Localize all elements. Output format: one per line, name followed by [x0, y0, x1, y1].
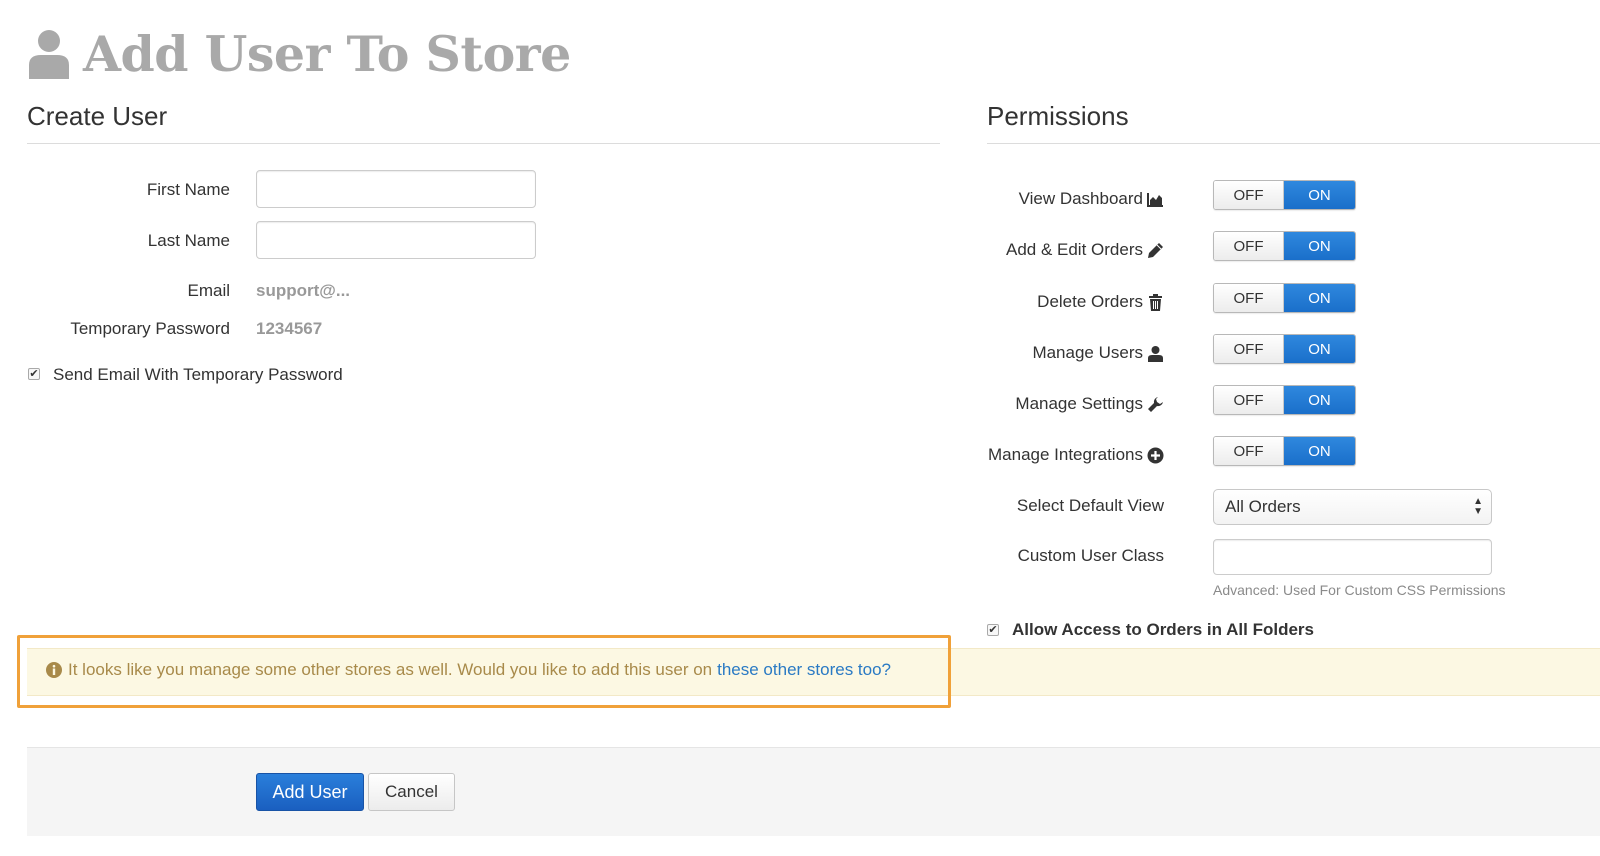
toggle-on-option[interactable]: ON — [1284, 386, 1355, 414]
first-name-input[interactable] — [256, 170, 536, 208]
permission-label-delete-orders: Delete Orders — [1037, 292, 1164, 312]
select-arrows-icon: ▲ ▼ — [1473, 496, 1483, 517]
permission-name: Manage Integrations — [988, 445, 1143, 464]
permission-name: Manage Users — [1032, 343, 1143, 362]
toggle-manage-users[interactable]: OFF ON — [1213, 334, 1356, 364]
trash-icon — [1149, 293, 1162, 311]
toggle-off-option[interactable]: OFF — [1214, 232, 1284, 260]
toggle-off-option[interactable]: OFF — [1214, 437, 1284, 465]
permissions-divider — [987, 143, 1600, 144]
pencil-icon — [1148, 242, 1163, 258]
toggle-off-option[interactable]: OFF — [1214, 181, 1284, 209]
allow-folders-checkbox[interactable]: ✔ — [987, 624, 999, 636]
chart-icon — [1147, 192, 1163, 207]
page-header: Add User To Store — [27, 22, 571, 86]
create-user-divider — [27, 143, 940, 144]
custom-class-label: Custom User Class — [1017, 546, 1164, 565]
custom-class-input[interactable] — [1213, 539, 1492, 575]
permission-name: View Dashboard — [1018, 189, 1143, 208]
toggle-view-dashboard[interactable]: OFF ON — [1213, 180, 1356, 210]
alert-text: It looks like you manage some other stor… — [68, 660, 713, 679]
permission-label-add-edit-orders: Add & Edit Orders — [1006, 240, 1164, 260]
send-email-checkbox[interactable]: ✔ — [28, 368, 40, 380]
toggle-add-edit-orders[interactable]: OFF ON — [1213, 231, 1356, 261]
plus-circle-icon — [1147, 447, 1164, 463]
email-value: support@... — [256, 281, 351, 300]
email-label: Email — [187, 281, 230, 300]
toggle-manage-integrations[interactable]: OFF ON — [1213, 436, 1356, 466]
permissions-heading: Permissions — [987, 101, 1129, 131]
permission-label-manage-settings: Manage Settings — [1015, 394, 1164, 414]
permission-name: Add & Edit Orders — [1005, 240, 1143, 259]
other-stores-link[interactable]: these other stores too? — [717, 660, 891, 680]
user-icon — [1148, 345, 1163, 362]
default-view-select[interactable]: All Orders ▲ ▼ — [1213, 489, 1492, 525]
cancel-button[interactable]: Cancel — [368, 773, 455, 811]
permission-name: Manage Settings — [1015, 394, 1143, 413]
default-view-value: All Orders — [1225, 497, 1301, 516]
toggle-delete-orders[interactable]: OFF ON — [1213, 283, 1356, 313]
multi-store-alert-content: It looks like you manage some other stor… — [46, 660, 891, 680]
last-name-input[interactable] — [256, 221, 536, 259]
temporary-password-value: 1234567 — [256, 319, 323, 338]
user-icon — [29, 30, 69, 79]
wrench-icon — [1148, 396, 1163, 412]
add-user-button[interactable]: Add User — [256, 773, 364, 811]
toggle-on-option[interactable]: ON — [1284, 437, 1355, 465]
permission-name: Delete Orders — [1037, 292, 1143, 311]
temporary-password-label: Temporary Password — [70, 319, 230, 338]
permission-label-manage-integrations: Manage Integrations — [988, 445, 1164, 465]
send-email-label: Send Email With Temporary Password — [53, 365, 343, 384]
allow-folders-label: Allow Access to Orders in All Folders — [1012, 620, 1314, 639]
toggle-off-option[interactable]: OFF — [1214, 386, 1284, 414]
toggle-on-option[interactable]: ON — [1284, 232, 1355, 260]
toggle-on-option[interactable]: ON — [1284, 284, 1355, 312]
last-name-label: Last Name — [147, 231, 230, 250]
page-title: Add User To Store — [83, 25, 571, 83]
toggle-manage-settings[interactable]: OFF ON — [1213, 385, 1356, 415]
permission-label-view-dashboard: View Dashboard — [1019, 189, 1164, 209]
custom-class-help: Advanced: Used For Custom CSS Permission… — [1213, 582, 1506, 598]
toggle-on-option[interactable]: ON — [1284, 181, 1355, 209]
default-view-label: Select Default View — [1016, 496, 1164, 515]
info-icon — [46, 662, 62, 678]
toggle-off-option[interactable]: OFF — [1214, 335, 1284, 363]
permission-label-manage-users: Manage Users — [1032, 343, 1164, 363]
create-user-heading: Create User — [27, 101, 168, 131]
toggle-on-option[interactable]: ON — [1284, 335, 1355, 363]
first-name-label: First Name — [146, 180, 230, 199]
toggle-off-option[interactable]: OFF — [1214, 284, 1284, 312]
